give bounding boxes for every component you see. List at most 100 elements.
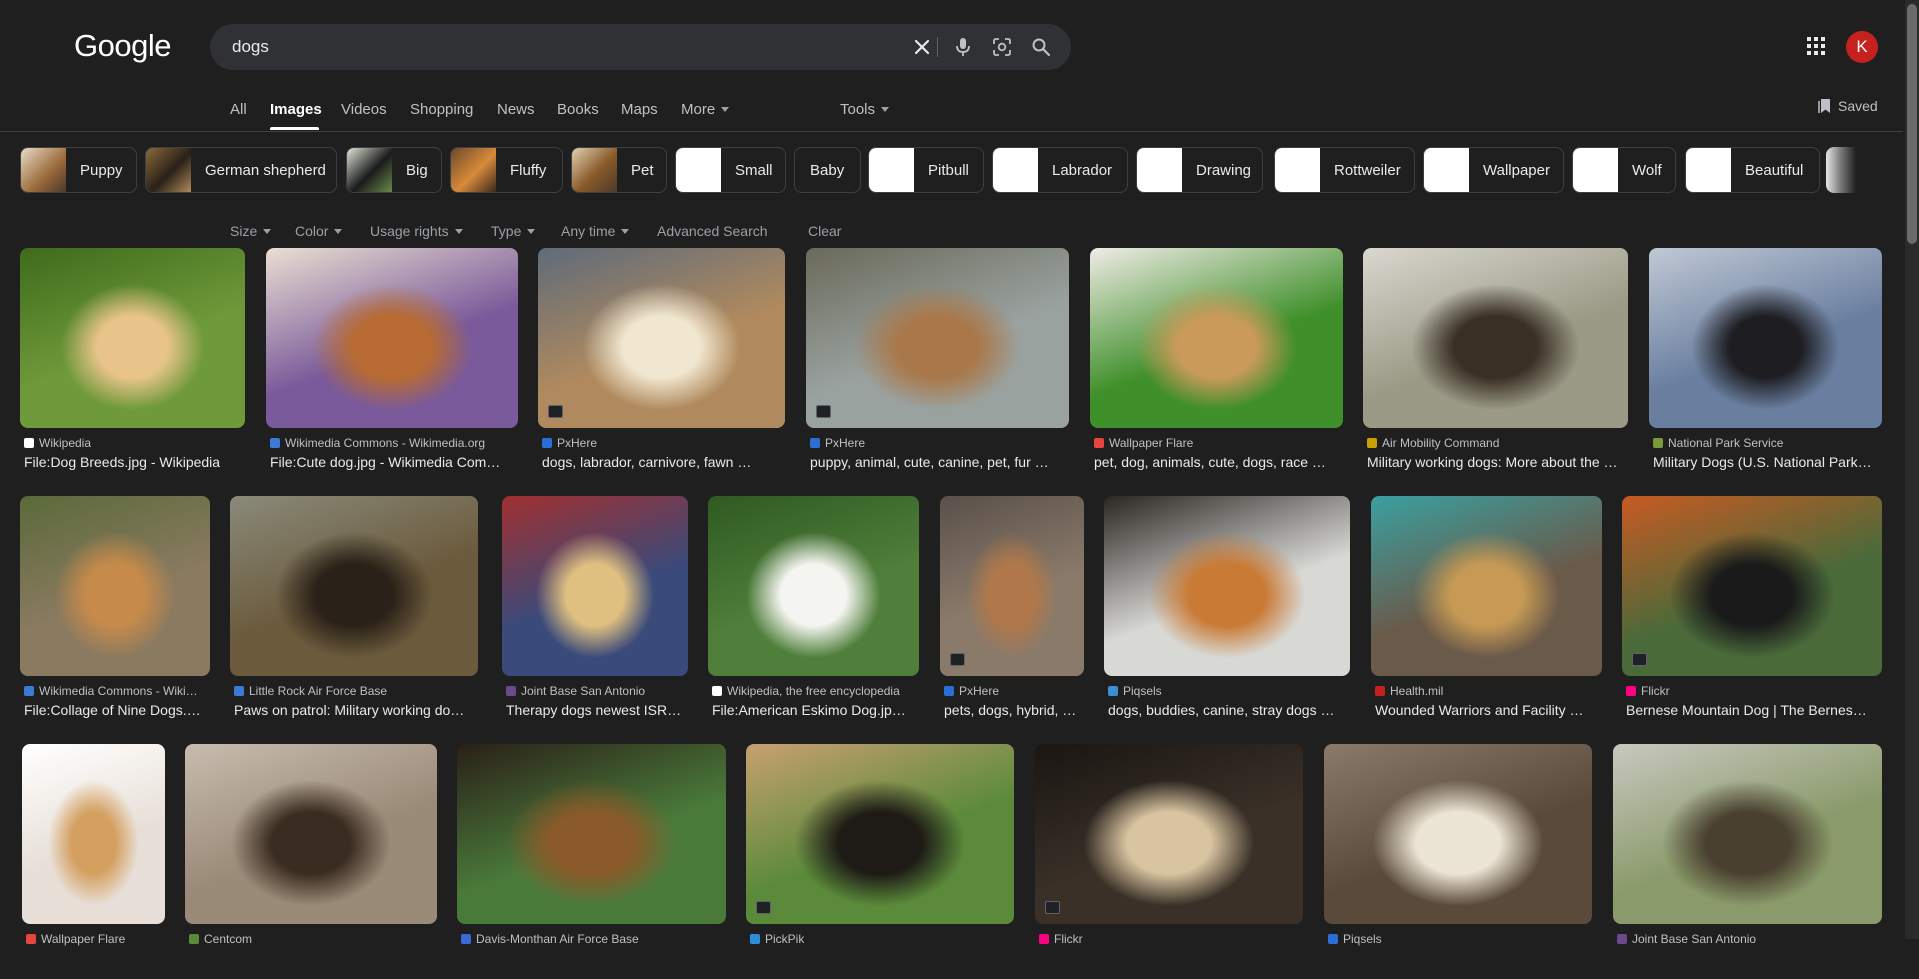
result-thumbnail[interactable] bbox=[538, 248, 785, 428]
result-title[interactable]: Bernese Mountain Dog | The Bernes… bbox=[1626, 702, 1867, 718]
google-logo[interactable]: Google bbox=[74, 28, 171, 64]
result-thumbnail[interactable] bbox=[1090, 248, 1343, 428]
result-title[interactable]: Military working dogs: More about the … bbox=[1367, 454, 1618, 470]
tab-videos[interactable]: Videos bbox=[341, 101, 387, 118]
lens-icon[interactable] bbox=[990, 35, 1014, 59]
result-thumbnail[interactable] bbox=[1622, 496, 1882, 676]
result-title[interactable]: File:American Eskimo Dog.jp… bbox=[712, 702, 906, 718]
result-title[interactable]: puppy, animal, cute, canine, pet, fur … bbox=[810, 454, 1049, 470]
result-title[interactable]: Military Dogs (U.S. National Park… bbox=[1653, 454, 1872, 470]
result-thumbnail[interactable] bbox=[746, 744, 1014, 924]
result-source[interactable]: Wikipedia, the free encyclopedia bbox=[712, 684, 900, 698]
result-thumbnail[interactable] bbox=[806, 248, 1069, 428]
result-title[interactable]: Therapy dogs newest ISR… bbox=[506, 702, 681, 718]
tab-images[interactable]: Images bbox=[270, 101, 322, 118]
result-source[interactable]: Flickr bbox=[1626, 684, 1670, 698]
result-source[interactable]: Centcom bbox=[189, 932, 252, 946]
result-title[interactable]: pet, dog, animals, cute, dogs, race … bbox=[1094, 454, 1326, 470]
clear-icon[interactable] bbox=[910, 35, 934, 59]
result-source[interactable]: National Park Service bbox=[1653, 436, 1783, 450]
chip-baby[interactable]: Baby bbox=[794, 147, 861, 193]
chip-wallpaper[interactable]: Wallpaper bbox=[1423, 147, 1564, 193]
result-source[interactable]: Wallpaper Flare bbox=[26, 932, 125, 946]
search-input[interactable] bbox=[232, 24, 872, 70]
clear-filters-link[interactable]: Clear bbox=[808, 223, 841, 239]
result-source[interactable]: PickPik bbox=[750, 932, 804, 946]
chip-overflow-fade[interactable] bbox=[1826, 147, 1856, 193]
image-result[interactable]: Air Mobility Command Military working dog… bbox=[1363, 248, 1628, 483]
scrollbar-thumb[interactable] bbox=[1907, 4, 1917, 244]
tab-all[interactable]: All bbox=[230, 101, 247, 118]
result-thumbnail[interactable] bbox=[266, 248, 518, 428]
image-result[interactable]: Wikimedia Commons - Wiki… File:Collage of… bbox=[20, 496, 210, 731]
search-icon[interactable] bbox=[1029, 35, 1053, 59]
result-source[interactable]: Wallpaper Flare bbox=[1094, 436, 1193, 450]
image-result[interactable]: PxHere puppy, animal, cute, canine, pet, … bbox=[806, 248, 1069, 483]
image-result[interactable]: Wikipedia, the free encyclopedia File:Ame… bbox=[708, 496, 919, 731]
result-title[interactable]: Paws on patrol: Military working do… bbox=[234, 702, 464, 718]
tools-button[interactable]: Tools bbox=[840, 101, 890, 118]
result-thumbnail[interactable] bbox=[457, 744, 726, 924]
filter-color[interactable]: Color bbox=[295, 223, 343, 239]
result-source[interactable]: Health.mil bbox=[1375, 684, 1443, 698]
filter-size[interactable]: Size bbox=[230, 223, 272, 239]
image-result[interactable]: Health.mil Wounded Warriors and Facility … bbox=[1371, 496, 1602, 731]
result-title[interactable]: dogs, buddies, canine, stray dogs … bbox=[1108, 702, 1334, 718]
chip-rottweiler[interactable]: Rottweiler bbox=[1274, 147, 1415, 193]
result-source[interactable]: Davis-Monthan Air Force Base bbox=[461, 932, 639, 946]
result-title[interactable]: File:Cute dog.jpg - Wikimedia Com… bbox=[270, 454, 500, 470]
tab-books[interactable]: Books bbox=[557, 101, 599, 118]
chip-pet[interactable]: Pet bbox=[571, 147, 667, 193]
chip-puppy[interactable]: Puppy bbox=[20, 147, 137, 193]
result-source[interactable]: Little Rock Air Force Base bbox=[234, 684, 387, 698]
result-thumbnail[interactable] bbox=[1324, 744, 1592, 924]
result-title[interactable]: File:Collage of Nine Dogs.… bbox=[24, 702, 201, 718]
image-result[interactable]: PxHere pets, dogs, hybrid, … bbox=[940, 496, 1084, 731]
chip-beautiful[interactable]: Beautiful bbox=[1685, 147, 1820, 193]
result-thumbnail[interactable] bbox=[230, 496, 478, 676]
tab-shopping[interactable]: Shopping bbox=[410, 101, 473, 118]
result-title[interactable]: File:Dog Breeds.jpg - Wikipedia bbox=[24, 454, 220, 470]
image-result[interactable]: PxHere dogs, labrador, carnivore, fawn … bbox=[538, 248, 785, 483]
result-thumbnail[interactable] bbox=[185, 744, 437, 924]
result-thumbnail[interactable] bbox=[940, 496, 1084, 676]
image-result[interactable]: National Park Service Military Dogs (U.S.… bbox=[1649, 248, 1882, 483]
tab-news[interactable]: News bbox=[497, 101, 535, 118]
image-result[interactable]: Joint Base San Antonio bbox=[1613, 744, 1882, 979]
filter-usage-rights[interactable]: Usage rights bbox=[370, 223, 463, 239]
result-thumbnail[interactable] bbox=[502, 496, 688, 676]
advanced-search-link[interactable]: Advanced Search bbox=[657, 223, 768, 239]
saved-button[interactable]: Saved bbox=[1818, 98, 1878, 114]
chip-small[interactable]: Small bbox=[675, 147, 786, 193]
chip-fluffy[interactable]: Fluffy bbox=[450, 147, 563, 193]
result-source[interactable]: Piqsels bbox=[1108, 684, 1162, 698]
tab-maps[interactable]: Maps bbox=[621, 101, 658, 118]
result-thumbnail[interactable] bbox=[1649, 248, 1882, 428]
result-source[interactable]: PxHere bbox=[944, 684, 999, 698]
chip-big[interactable]: Big bbox=[346, 147, 442, 193]
result-source[interactable]: PxHere bbox=[542, 436, 597, 450]
result-source[interactable]: Wikimedia Commons - Wikimedia.org bbox=[270, 436, 485, 450]
result-thumbnail[interactable] bbox=[20, 496, 210, 676]
chip-wolf[interactable]: Wolf bbox=[1572, 147, 1676, 193]
result-title[interactable]: pets, dogs, hybrid, … bbox=[944, 702, 1076, 718]
result-thumbnail[interactable] bbox=[1613, 744, 1882, 924]
result-title[interactable]: Wounded Warriors and Facility … bbox=[1375, 702, 1584, 718]
image-result[interactable]: Wikipedia File:Dog Breeds.jpg - Wikipedia bbox=[20, 248, 245, 483]
result-source[interactable]: PxHere bbox=[810, 436, 865, 450]
result-source[interactable]: Joint Base San Antonio bbox=[506, 684, 645, 698]
chip-drawing[interactable]: Drawing bbox=[1136, 147, 1263, 193]
result-source[interactable]: Joint Base San Antonio bbox=[1617, 932, 1756, 946]
image-result[interactable]: PickPik bbox=[746, 744, 1014, 979]
result-thumbnail[interactable] bbox=[20, 248, 245, 428]
tab-more[interactable]: More bbox=[681, 101, 730, 118]
microphone-icon[interactable] bbox=[951, 35, 975, 59]
image-result[interactable]: Piqsels bbox=[1324, 744, 1592, 979]
result-thumbnail[interactable] bbox=[1371, 496, 1602, 676]
result-thumbnail[interactable] bbox=[1363, 248, 1628, 428]
avatar[interactable]: K bbox=[1846, 31, 1878, 63]
filter-any-time[interactable]: Any time bbox=[561, 223, 630, 239]
result-thumbnail[interactable] bbox=[1035, 744, 1303, 924]
result-source[interactable]: Piqsels bbox=[1328, 932, 1382, 946]
image-result[interactable]: Little Rock Air Force Base Paws on patrol… bbox=[230, 496, 478, 731]
